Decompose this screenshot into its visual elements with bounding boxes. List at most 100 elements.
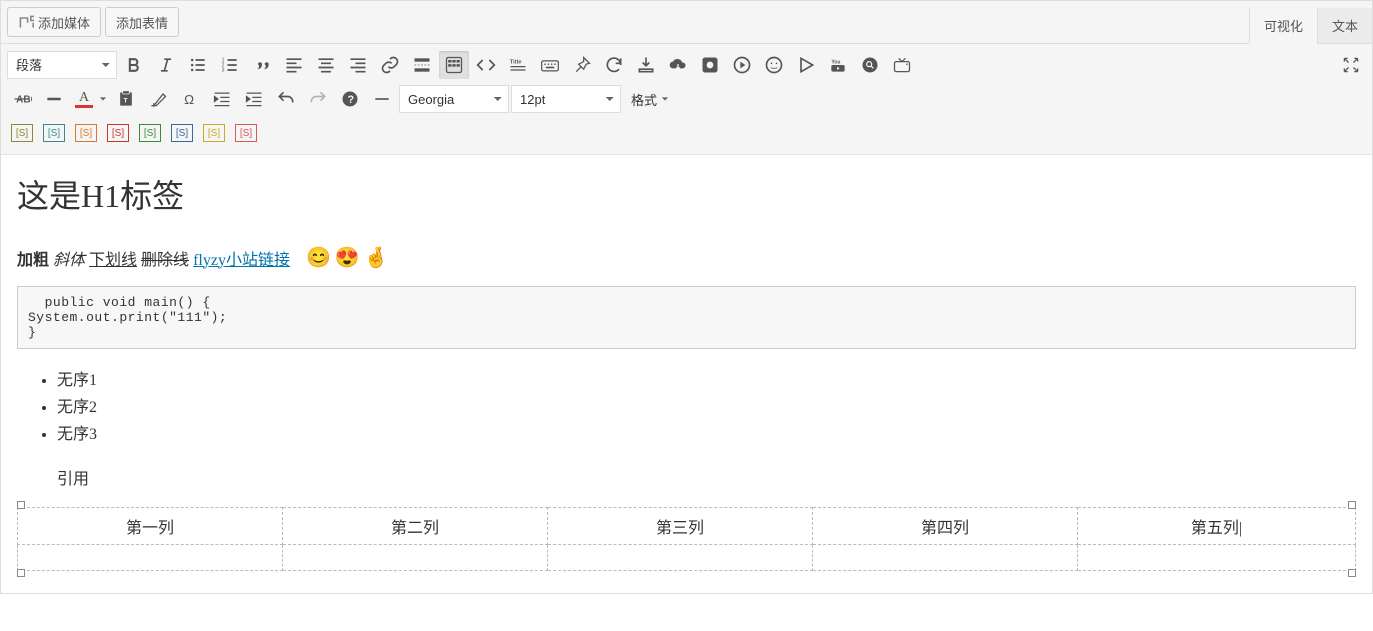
- svg-text:T: T: [124, 97, 128, 104]
- editor-tabs: 可视化 文本: [1249, 1, 1372, 43]
- format-sample-line: 加粗 斜体 下划线 删除线 flyzy小站链接 😊😍🤞: [17, 245, 1356, 270]
- table-row: [18, 544, 1356, 570]
- hr2-button[interactable]: [367, 85, 397, 113]
- add-emoji-button[interactable]: 添加表情: [105, 7, 179, 37]
- bold-button[interactable]: [119, 51, 149, 79]
- bold-text: 加粗: [17, 246, 49, 270]
- list-item: 无序3: [57, 421, 1356, 448]
- ordered-list-button[interactable]: 123: [215, 51, 245, 79]
- table-cell[interactable]: 第四列: [812, 507, 1077, 544]
- keyboard-button[interactable]: [535, 51, 565, 79]
- top-bar: 添加媒体 添加表情 可视化 文本: [1, 1, 1372, 43]
- play-circle-button[interactable]: [727, 51, 757, 79]
- strikethrough-button[interactable]: ABC: [7, 85, 37, 113]
- redo-button[interactable]: [303, 85, 333, 113]
- table-cell[interactable]: 第五列|: [1077, 507, 1355, 544]
- format-label: 格式: [631, 90, 657, 109]
- table-wrapper: 第一列 第二列 第三列 第四列 第五列|: [17, 501, 1356, 577]
- paste-text-button[interactable]: T: [111, 85, 141, 113]
- fullscreen-button[interactable]: [1336, 51, 1366, 79]
- code-block: public void main() { System.out.print("1…: [17, 286, 1356, 349]
- svg-text:Title: Title: [510, 59, 523, 65]
- pin-button[interactable]: [567, 51, 597, 79]
- youtube-button[interactable]: You: [823, 51, 853, 79]
- table[interactable]: 第一列 第二列 第三列 第四列 第五列|: [17, 507, 1356, 571]
- resize-handle-tr[interactable]: [1348, 501, 1356, 509]
- table-cell[interactable]: [547, 544, 812, 570]
- code-button[interactable]: [471, 51, 501, 79]
- shortcode-orange-button[interactable]: [S]: [71, 119, 101, 147]
- help-button[interactable]: ?: [335, 85, 365, 113]
- align-left-button[interactable]: [279, 51, 309, 79]
- resize-handle-bl[interactable]: [17, 569, 25, 577]
- unordered-list-button[interactable]: [183, 51, 213, 79]
- face-button[interactable]: [759, 51, 789, 79]
- table-cell[interactable]: [282, 544, 547, 570]
- format-select[interactable]: 段落: [7, 51, 117, 79]
- list-item: 无序1: [57, 367, 1356, 394]
- table-cell[interactable]: [1077, 544, 1355, 570]
- tab-text[interactable]: 文本: [1317, 8, 1372, 43]
- table-cell[interactable]: 第二列: [282, 507, 547, 544]
- shortcode-red-button[interactable]: [S]: [103, 119, 133, 147]
- play-button[interactable]: [791, 51, 821, 79]
- unordered-list: 无序1 无序2 无序3: [57, 367, 1356, 449]
- undo-button[interactable]: [271, 85, 301, 113]
- hr-button[interactable]: [39, 85, 69, 113]
- search-circle-button[interactable]: [855, 51, 885, 79]
- link-text[interactable]: flyzy小站链接: [193, 246, 290, 270]
- link-button[interactable]: [375, 51, 405, 79]
- table-row: 第一列 第二列 第三列 第四列 第五列|: [18, 507, 1356, 544]
- italic-text: 斜体: [53, 246, 85, 270]
- align-center-button[interactable]: [311, 51, 341, 79]
- shortcode-blue-button[interactable]: [S]: [167, 119, 197, 147]
- table-cell[interactable]: 第一列: [18, 507, 283, 544]
- add-media-button[interactable]: 添加媒体: [7, 7, 101, 37]
- format-dropdown[interactable]: 格式: [623, 85, 677, 113]
- editor-content[interactable]: 这是H1标签 加粗 斜体 下划线 删除线 flyzy小站链接 😊😍🤞 publi…: [1, 154, 1372, 593]
- tab-visual[interactable]: 可视化: [1249, 8, 1317, 44]
- shortcode-green-button[interactable]: [S]: [135, 119, 165, 147]
- shortcode-yellow-button[interactable]: [S]: [199, 119, 229, 147]
- table-cell[interactable]: [812, 544, 1077, 570]
- toolbar-toggle-button[interactable]: [439, 51, 469, 79]
- download-button[interactable]: [631, 51, 661, 79]
- svg-text:?: ?: [348, 94, 355, 106]
- font-size-select[interactable]: 12pt: [511, 85, 621, 113]
- table-cell[interactable]: [18, 544, 283, 570]
- font-color-button[interactable]: A: [71, 88, 97, 110]
- read-more-button[interactable]: [407, 51, 437, 79]
- emoji-smile-icon: 😊: [306, 245, 331, 270]
- align-right-button[interactable]: [343, 51, 373, 79]
- resize-handle-br[interactable]: [1348, 569, 1356, 577]
- outdent-button[interactable]: [207, 85, 237, 113]
- shortcode-pink-button[interactable]: [S]: [231, 119, 261, 147]
- toolbar-row-3: [S] [S] [S] [S] [S] [S] [S] [S]: [7, 116, 1366, 150]
- list-item: 无序2: [57, 394, 1356, 421]
- resize-handle-tl[interactable]: [17, 501, 25, 509]
- add-media-label: 添加媒体: [38, 13, 90, 32]
- clear-format-button[interactable]: [143, 85, 173, 113]
- title-button[interactable]: Title: [503, 51, 533, 79]
- add-emoji-label: 添加表情: [116, 13, 168, 32]
- svg-text:ABC: ABC: [16, 94, 32, 105]
- toolbar: 段落 123 Title You: [1, 43, 1372, 154]
- blockquote-button[interactable]: [247, 51, 277, 79]
- record-button[interactable]: [695, 51, 725, 79]
- tv-button[interactable]: [887, 51, 917, 79]
- shortcode-olive-button[interactable]: [S]: [7, 119, 37, 147]
- table-cell[interactable]: 第三列: [547, 507, 812, 544]
- refresh-button[interactable]: [599, 51, 629, 79]
- svg-text:You: You: [831, 59, 840, 65]
- cell-text: 第五列: [1191, 520, 1239, 537]
- special-char-button[interactable]: Ω: [175, 85, 205, 113]
- toolbar-row-2: ABC A T Ω ? Georgia 12pt 格式: [7, 82, 1366, 116]
- italic-button[interactable]: [151, 51, 181, 79]
- font-family-select[interactable]: Georgia: [399, 85, 509, 113]
- indent-button[interactable]: [239, 85, 269, 113]
- font-color-dropdown[interactable]: [97, 88, 109, 110]
- cloud-download-button[interactable]: [663, 51, 693, 79]
- emoji-heart-eyes-icon: 😍: [335, 245, 360, 270]
- shortcode-teal-button[interactable]: [S]: [39, 119, 69, 147]
- editor-wrapper: 添加媒体 添加表情 可视化 文本 段落 123 Title: [0, 0, 1373, 594]
